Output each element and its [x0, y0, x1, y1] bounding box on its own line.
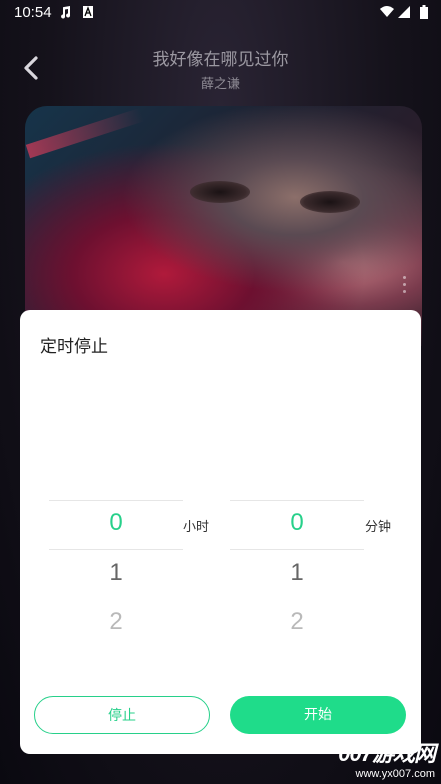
hours-value[interactable]: 2: [49, 608, 183, 636]
music-note-icon: [61, 6, 71, 19]
status-bar: 10:54: [0, 0, 441, 26]
hours-value[interactable]: 1: [49, 559, 183, 587]
hours-unit-label: 小时: [183, 520, 210, 535]
minutes-value[interactable]: 1: [230, 559, 364, 587]
picker-divider: [230, 500, 364, 501]
wifi-icon: [380, 6, 394, 17]
signal-icon: [398, 6, 410, 18]
song-title: 我好像在哪见过你: [152, 50, 289, 70]
a-notification-icon: [83, 6, 93, 18]
hours-value-selected[interactable]: 0: [49, 509, 183, 537]
stop-button[interactable]: 停止: [34, 696, 210, 734]
artist-name: 薛之谦: [200, 77, 240, 92]
watermark-logo: 007游戏网: [338, 741, 436, 766]
timer-sheet: 定时停止 0 1 2 小时 0 1 2 分钟 停止 开始: [20, 310, 421, 754]
minutes-value-selected[interactable]: 0: [230, 509, 364, 537]
battery-icon: [420, 5, 428, 19]
picker-divider: [230, 549, 364, 550]
sheet-title: 定时停止: [40, 337, 108, 357]
picker-divider: [49, 500, 183, 501]
watermark: 007游戏网 www.yx007.com: [338, 736, 436, 780]
minutes-value[interactable]: 2: [230, 608, 364, 636]
status-time: 10:54: [14, 4, 52, 21]
picker-divider: [49, 549, 183, 550]
start-button[interactable]: 开始: [230, 696, 406, 734]
watermark-url: www.yx007.com: [355, 768, 435, 780]
minutes-unit-label: 分钟: [365, 520, 392, 535]
